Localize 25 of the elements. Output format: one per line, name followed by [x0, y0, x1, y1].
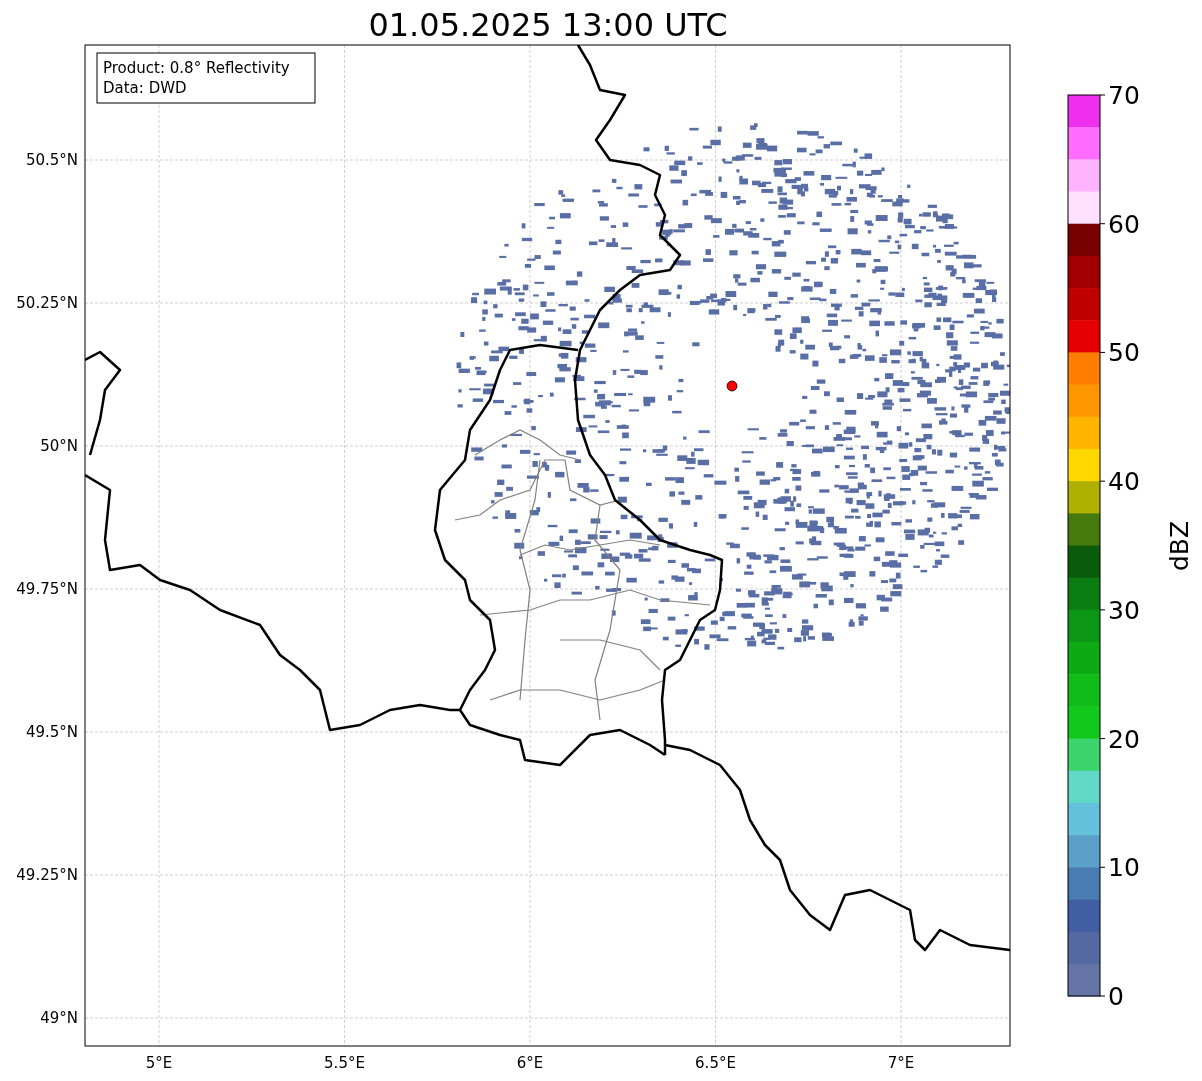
- longitude-tick-label: 7°E: [887, 1054, 915, 1072]
- colorbar-tick-label: 10: [1108, 853, 1140, 883]
- chart-title: 01.05.2025 13:00 UTC: [368, 6, 728, 44]
- latitude-tick-label: 49.5°N: [25, 723, 78, 741]
- latitude-tick-label: 50°N: [40, 437, 78, 455]
- latitude-tick-label: 49.75°N: [16, 580, 78, 598]
- colorbar-tick-label: 50: [1108, 338, 1140, 368]
- latitude-tick-label: 50.25°N: [16, 294, 78, 312]
- colorbar-tick-label: 30: [1108, 595, 1140, 625]
- colorbar-tick-label: 70: [1108, 81, 1140, 110]
- colorbar-tick-label: 60: [1108, 209, 1140, 239]
- latitude-tick-label: 49.25°N: [16, 866, 78, 884]
- longitude-tick-label: 6°E: [516, 1054, 544, 1072]
- radar-site-marker: [726, 380, 738, 392]
- longitude-tick-label: 5°E: [145, 1054, 173, 1072]
- legend-text: Product: 0.8° Reflectivity: [103, 59, 290, 77]
- colorbar-label: dBZ: [1165, 520, 1194, 572]
- colorbar-tick-label: 20: [1108, 724, 1140, 754]
- colorbar-tick-label: 0: [1108, 982, 1124, 1011]
- latitude-tick-label: 50.5°N: [25, 151, 78, 169]
- legend-text: Data: DWD: [103, 79, 187, 97]
- longitude-tick-label: 6.5°E: [695, 1054, 736, 1072]
- latitude-tick-label: 49°N: [40, 1009, 78, 1027]
- longitude-tick-label: 5.5°E: [324, 1054, 365, 1072]
- colorbar-tick-label: 40: [1108, 467, 1140, 497]
